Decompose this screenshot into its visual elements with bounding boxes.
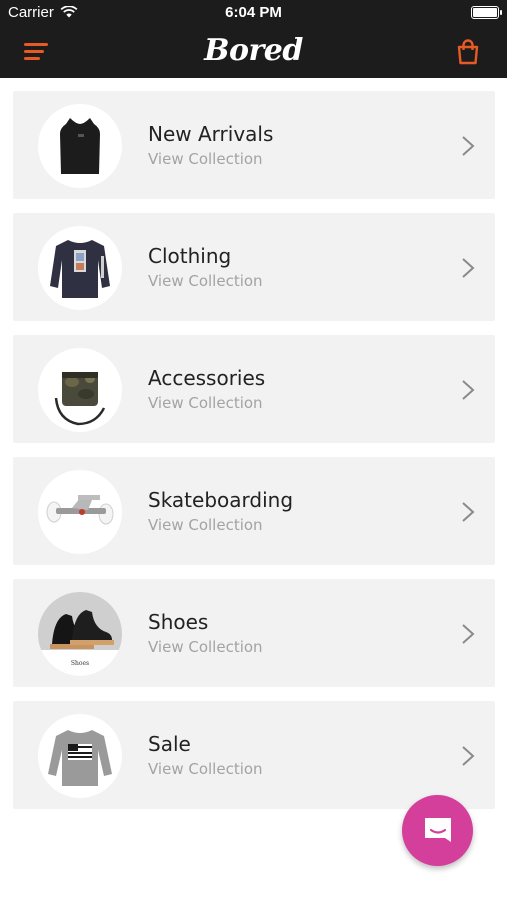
collection-card-skateboarding[interactable]: Skateboarding View Collection [13, 457, 495, 565]
navigation-bar: Bored [0, 26, 507, 78]
collection-title: Accessories [148, 366, 266, 390]
sweatshirt-image [38, 714, 122, 798]
battery-icon [471, 6, 502, 19]
shopping-bag-icon [457, 39, 479, 65]
chevron-right-icon [462, 502, 475, 522]
chevron-right-icon [462, 258, 475, 278]
top-bar: Carrier 6:04 PM Bored [0, 0, 507, 78]
collection-subtitle: View Collection [148, 272, 263, 290]
chevron-right-icon [462, 746, 475, 766]
chat-icon [425, 818, 451, 842]
longsleeve-shirt-image [38, 226, 122, 310]
chevron-right-icon [462, 624, 475, 644]
collection-subtitle: View Collection [148, 150, 263, 168]
camo-bag-image [38, 348, 122, 432]
shoes-image-caption: Shoes [70, 660, 90, 667]
shopping-bag-button[interactable] [453, 38, 487, 68]
collection-title: New Arrivals [148, 122, 274, 146]
vest-image [38, 104, 122, 188]
collection-subtitle: View Collection [148, 760, 263, 778]
collection-subtitle: View Collection [148, 638, 263, 656]
collection-title: Shoes [148, 610, 209, 634]
collection-title: Sale [148, 732, 191, 756]
status-bar: Carrier 6:04 PM [0, 0, 507, 26]
chat-button[interactable] [402, 795, 473, 866]
collection-card-new-arrivals[interactable]: New Arrivals View Collection [13, 91, 495, 199]
skateboard-truck-image [38, 470, 122, 554]
collection-subtitle: View Collection [148, 394, 263, 412]
collection-card-clothing[interactable]: Clothing View Collection [13, 213, 495, 321]
collection-card-shoes[interactable]: Shoes Shoes View Collection [13, 579, 495, 687]
collection-card-accessories[interactable]: Accessories View Collection [13, 335, 495, 443]
chevron-right-icon [462, 380, 475, 400]
collection-title: Clothing [148, 244, 232, 268]
chevron-right-icon [462, 136, 475, 156]
collection-card-sale[interactable]: Sale View Collection [13, 701, 495, 809]
collection-title: Skateboarding [148, 488, 294, 512]
app-logo: Bored [204, 33, 303, 68]
collection-subtitle: View Collection [148, 516, 263, 534]
collection-list: New Arrivals View Collection Clothing Vi… [13, 91, 495, 823]
shoes-image: Shoes [38, 592, 122, 676]
status-time: 6:04 PM [225, 4, 282, 21]
